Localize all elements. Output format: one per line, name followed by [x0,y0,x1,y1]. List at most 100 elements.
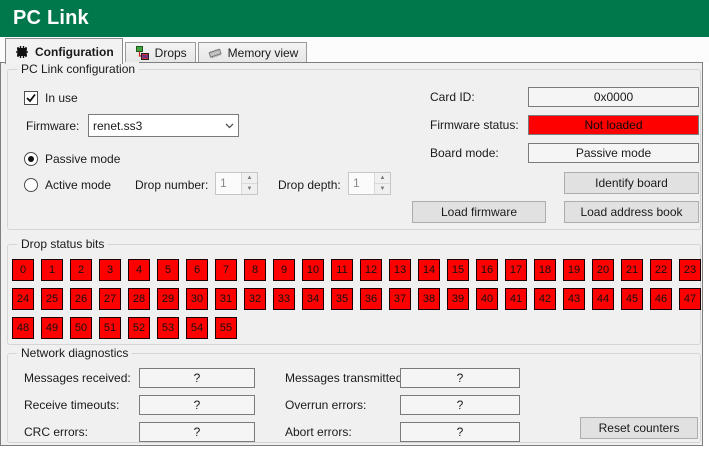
drop-status-bit-36: 36 [360,288,382,310]
crc-errors-field: ? [139,422,255,442]
drop-status-bit-15: 15 [447,259,469,281]
tab-strip: Configuration Drops [0,37,709,63]
reset-counters-button[interactable]: Reset counters [580,417,698,439]
drop-status-bit-4: 4 [128,259,150,281]
messages-received-label: Messages received: [24,368,131,388]
drop-status-bit-13: 13 [389,259,411,281]
abort-errors-label: Abort errors: [285,422,352,442]
messages-transmitted-field: ? [400,368,520,388]
drop-status-bit-20: 20 [592,259,614,281]
drop-status-bit-0: 0 [12,259,34,281]
drop-status-bit-12: 12 [360,259,382,281]
drop-status-bit-30: 30 [186,288,208,310]
drop-status-bit-54: 54 [186,317,208,339]
active-mode-radio[interactable] [24,178,38,192]
drop-status-bit-32: 32 [244,288,266,310]
drop-status-bit-14: 14 [418,259,440,281]
firmware-status-label: Firmware status: [430,115,519,135]
drop-status-bit-29: 29 [157,288,179,310]
abort-errors-field: ? [400,422,520,442]
messages-received-field: ? [139,368,255,388]
drop-status-bit-43: 43 [563,288,585,310]
spin-up-icon[interactable]: ▲ [375,173,390,183]
overrun-errors-field: ? [400,395,520,415]
drops-network-icon [134,45,150,61]
drop-status-bit-47: 47 [679,288,701,310]
drop-status-bit-34: 34 [302,288,324,310]
drop-status-bit-38: 38 [418,288,440,310]
pc-link-window: PC Link Configuration [0,0,709,449]
network-diagnostics-group-title: Network diagnostics [17,346,132,360]
drop-status-bit-37: 37 [389,288,411,310]
drop-status-bit-1: 1 [41,259,63,281]
drop-status-bit-44: 44 [592,288,614,310]
drop-status-bit-52: 52 [128,317,150,339]
passive-mode-label: Passive mode [45,149,120,169]
drop-status-bit-42: 42 [534,288,556,310]
drop-status-bit-27: 27 [99,288,121,310]
drop-status-bit-41: 41 [505,288,527,310]
tab-memory-view[interactable]: Memory view [198,42,308,63]
tab-drops[interactable]: Drops [125,42,196,63]
load-firmware-button[interactable]: Load firmware [412,201,546,223]
tab-configuration[interactable]: Configuration [5,38,123,64]
spin-up-icon[interactable]: ▲ [242,173,257,183]
network-diagnostics-group: Network diagnostics Messages received: ?… [7,353,701,443]
card-id-field: 0x0000 [528,87,699,107]
drop-status-bits-grid: 0123456789101112131415161718192021222324… [12,259,704,339]
load-address-book-button[interactable]: Load address book [564,201,699,223]
passive-mode-radio[interactable] [24,152,38,166]
messages-transmitted-label: Messages transmitted: [285,368,406,388]
receive-timeouts-field: ? [139,395,255,415]
drop-status-bit-48: 48 [12,317,34,339]
drop-status-bit-35: 35 [331,288,353,310]
drop-status-bit-31: 31 [215,288,237,310]
pc-link-configuration-group-title: PC Link configuration [17,62,139,76]
card-id-label: Card ID: [430,87,475,107]
firmware-combobox[interactable]: renet.ss3 [88,114,239,137]
drop-status-bit-51: 51 [99,317,121,339]
identify-board-button[interactable]: Identify board [564,172,699,194]
in-use-checkbox[interactable] [24,91,38,105]
drop-status-bit-7: 7 [215,259,237,281]
drop-status-bits-group-title: Drop status bits [17,237,108,251]
chevron-down-icon [220,123,238,129]
spin-down-icon[interactable]: ▼ [375,183,390,194]
tab-configuration-label: Configuration [35,45,114,59]
drop-status-bit-2: 2 [70,259,92,281]
drop-status-bit-18: 18 [534,259,556,281]
in-use-label: In use [45,88,78,108]
drop-status-bit-28: 28 [128,288,150,310]
drop-status-bit-39: 39 [447,288,469,310]
drop-number-label: Drop number: [135,175,208,195]
drop-status-bits-group: Drop status bits 01234567891011121314151… [7,244,701,345]
firmware-combobox-value: renet.ss3 [89,119,220,133]
memory-chip-icon [207,45,223,61]
drop-status-bit-21: 21 [621,259,643,281]
spin-down-icon[interactable]: ▼ [242,183,257,194]
drop-status-bit-55: 55 [215,317,237,339]
drop-status-bit-50: 50 [70,317,92,339]
drop-status-bit-49: 49 [41,317,63,339]
drop-status-bit-25: 25 [41,288,63,310]
drop-status-bit-6: 6 [186,259,208,281]
drop-status-bit-19: 19 [563,259,585,281]
drop-depth-value: 1 [349,173,374,194]
drop-status-bit-53: 53 [157,317,179,339]
drop-number-stepper[interactable]: 1 ▲ ▼ [215,172,258,195]
drop-status-bit-24: 24 [12,288,34,310]
drop-status-bit-17: 17 [505,259,527,281]
drop-status-bit-40: 40 [476,288,498,310]
drop-status-bit-11: 11 [331,259,353,281]
drop-status-bit-3: 3 [99,259,121,281]
radio-dot [28,156,34,162]
overrun-errors-label: Overrun errors: [285,395,366,415]
check-icon [26,93,36,103]
drop-status-bit-33: 33 [273,288,295,310]
receive-timeouts-label: Receive timeouts: [24,395,119,415]
crc-errors-label: CRC errors: [24,422,88,442]
drop-depth-stepper[interactable]: 1 ▲ ▼ [348,172,391,195]
drop-status-bit-45: 45 [621,288,643,310]
firmware-status-field: Not loaded [528,115,699,135]
drop-status-bit-23: 23 [679,259,701,281]
